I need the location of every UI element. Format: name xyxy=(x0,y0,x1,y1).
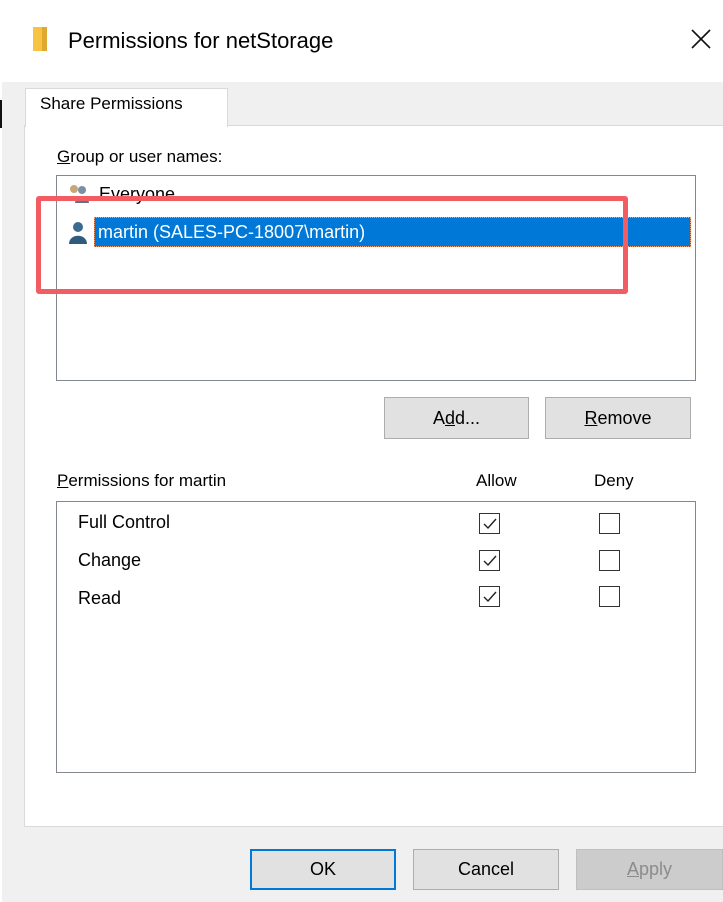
remove-button[interactable]: Remove xyxy=(545,397,691,439)
allow-read-checkbox[interactable] xyxy=(479,586,500,607)
ok-button[interactable]: OK xyxy=(250,849,396,890)
check-icon xyxy=(483,555,497,566)
deny-read-checkbox[interactable] xyxy=(599,586,620,607)
allow-column-header: Allow xyxy=(476,471,517,490)
allow-full-control-checkbox[interactable] xyxy=(479,513,500,534)
window-edge xyxy=(0,100,2,128)
permissions-list xyxy=(56,501,696,773)
apply-button[interactable]: Apply xyxy=(576,849,723,890)
permissions-for-label: Permissions for martin xyxy=(57,471,227,490)
check-icon xyxy=(483,518,497,529)
deny-column-header: Deny xyxy=(594,471,634,490)
permission-name-change: Change xyxy=(78,550,142,570)
folder-icon xyxy=(33,27,47,51)
deny-change-checkbox[interactable] xyxy=(599,550,620,571)
permission-name-full-control: Full Control xyxy=(78,512,171,532)
add-button[interactable]: Ad d... xyxy=(384,397,529,439)
annotation-highlight-box xyxy=(36,196,628,294)
allow-change-checkbox[interactable] xyxy=(479,550,500,571)
cancel-button[interactable]: Cancel xyxy=(413,849,559,890)
permission-name-read: Read xyxy=(78,588,122,608)
window-title: Permissions for netStorage xyxy=(68,28,334,53)
close-icon xyxy=(690,29,711,49)
deny-full-control-checkbox[interactable] xyxy=(599,513,620,534)
close-button[interactable] xyxy=(678,16,723,62)
group-or-user-names-label: Group or user names: xyxy=(57,147,223,166)
tab-share-permissions-label: Share Permissions xyxy=(40,94,183,113)
check-icon xyxy=(483,591,497,602)
